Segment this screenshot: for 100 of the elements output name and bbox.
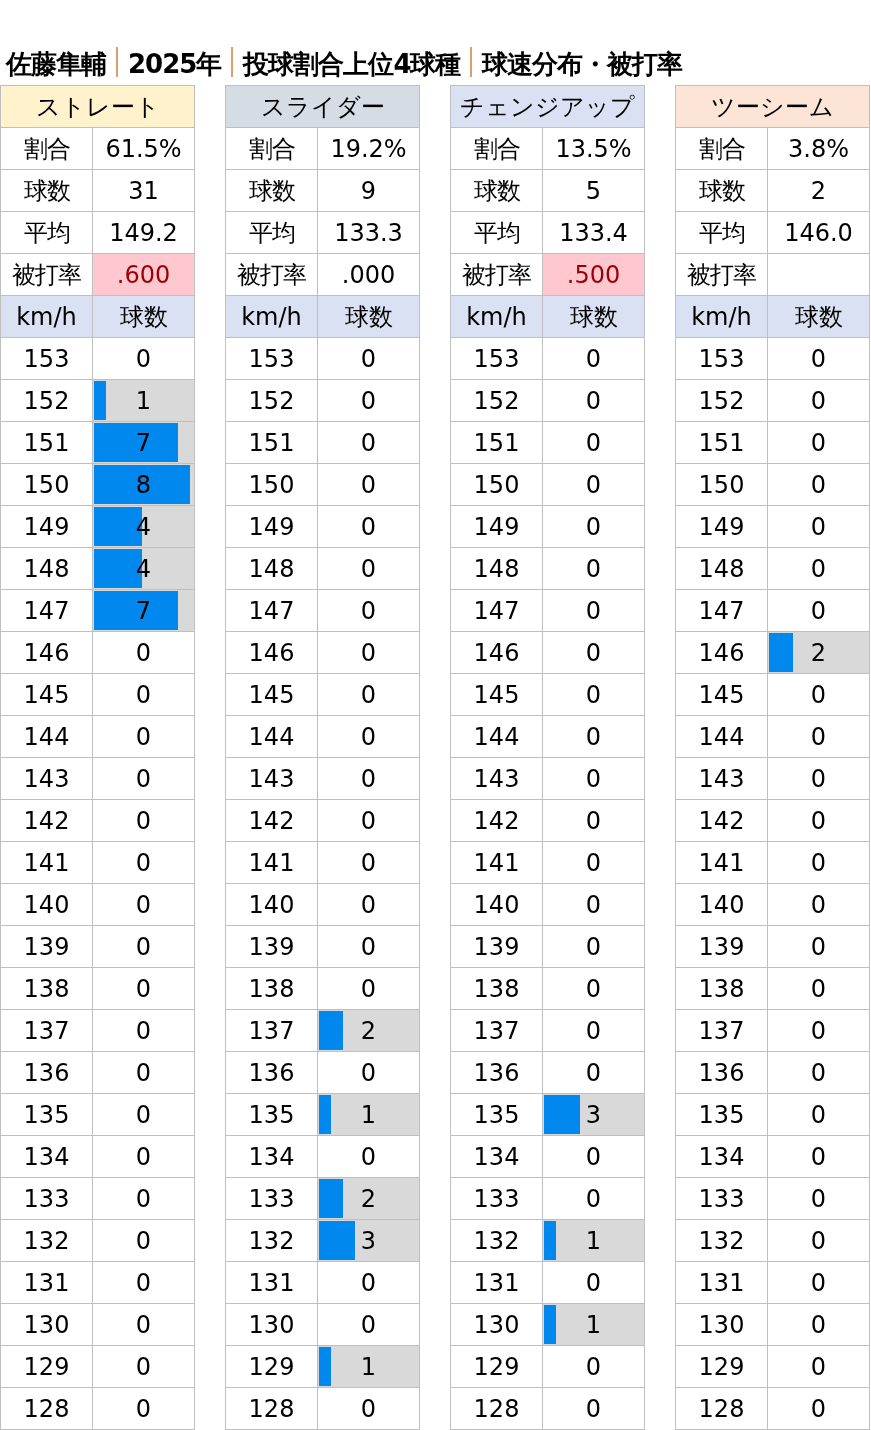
speed-cell: 139 bbox=[1, 926, 92, 967]
count-cell: 0 bbox=[318, 674, 419, 715]
speed-cell: 130 bbox=[676, 1304, 767, 1345]
speed-cell: 136 bbox=[676, 1052, 767, 1093]
speed-cell: 141 bbox=[226, 842, 317, 883]
speed-cell: 142 bbox=[451, 800, 542, 841]
count-cell: 0 bbox=[543, 1010, 644, 1051]
count-cell: 0 bbox=[543, 590, 644, 631]
count-cell: 0 bbox=[768, 842, 869, 883]
count-cell: 0 bbox=[768, 1094, 869, 1135]
count-cell: 0 bbox=[318, 758, 419, 799]
column-header: km/h bbox=[451, 296, 542, 337]
count-cell: 0 bbox=[768, 1388, 869, 1429]
count-cell: 0 bbox=[318, 968, 419, 1009]
count-cell: 0 bbox=[543, 758, 644, 799]
speed-cell: 138 bbox=[226, 968, 317, 1009]
speed-cell: 129 bbox=[451, 1346, 542, 1387]
speed-cell: 147 bbox=[226, 590, 317, 631]
stat-label: 球数 bbox=[1, 170, 92, 211]
stat-label: 被打率 bbox=[226, 254, 317, 295]
speed-cell: 144 bbox=[676, 716, 767, 757]
stat-label: 割合 bbox=[676, 128, 767, 169]
count-cell: 0 bbox=[768, 590, 869, 631]
speed-cell: 128 bbox=[1, 1388, 92, 1429]
speed-cell: 148 bbox=[1, 548, 92, 589]
column-header: km/h bbox=[676, 296, 767, 337]
speed-cell: 135 bbox=[226, 1094, 317, 1135]
speed-cell: 140 bbox=[451, 884, 542, 925]
stat-label: 割合 bbox=[1, 128, 92, 169]
count-cell: 0 bbox=[768, 1346, 869, 1387]
speed-cell: 151 bbox=[226, 422, 317, 463]
title-text: 2025年 bbox=[128, 51, 222, 77]
speed-cell: 152 bbox=[451, 380, 542, 421]
speed-cell: 140 bbox=[1, 884, 92, 925]
stat-value: 9 bbox=[318, 170, 419, 211]
pitch-count: 3 bbox=[360, 1225, 377, 1257]
speed-cell: 132 bbox=[226, 1220, 317, 1261]
stat-value: 3.8% bbox=[768, 128, 869, 169]
speed-cell: 128 bbox=[226, 1388, 317, 1429]
speed-cell: 149 bbox=[451, 506, 542, 547]
speed-cell: 147 bbox=[451, 590, 542, 631]
speed-cell: 130 bbox=[1, 1304, 92, 1345]
speed-cell: 134 bbox=[226, 1136, 317, 1177]
count-cell: 0 bbox=[768, 1262, 869, 1303]
stat-value: .500 bbox=[543, 254, 644, 295]
count-cell: 0 bbox=[318, 464, 419, 505]
count-cell: 0 bbox=[543, 842, 644, 883]
column-header: km/h bbox=[1, 296, 92, 337]
count-cell: 0 bbox=[768, 380, 869, 421]
speed-cell: 146 bbox=[1, 632, 92, 673]
speed-cell: 150 bbox=[451, 464, 542, 505]
speed-cell: 143 bbox=[676, 758, 767, 799]
stat-value: 2 bbox=[768, 170, 869, 211]
count-cell: 0 bbox=[318, 422, 419, 463]
speed-cell: 148 bbox=[451, 548, 542, 589]
stat-value: 146.0 bbox=[768, 212, 869, 253]
speed-cell: 136 bbox=[226, 1052, 317, 1093]
count-cell: 0 bbox=[93, 1094, 194, 1135]
stat-value: 61.5% bbox=[93, 128, 194, 169]
stat-label: 平均 bbox=[226, 212, 317, 253]
count-cell: 0 bbox=[768, 1220, 869, 1261]
count-cell: 0 bbox=[543, 1388, 644, 1429]
pitch-count: 2 bbox=[810, 637, 827, 669]
speed-cell: 133 bbox=[226, 1178, 317, 1219]
speed-cell: 136 bbox=[451, 1052, 542, 1093]
count-cell: 0 bbox=[543, 926, 644, 967]
column-header: 球数 bbox=[768, 296, 869, 337]
pitch-count: 1 bbox=[360, 1351, 377, 1383]
speed-cell: 128 bbox=[451, 1388, 542, 1429]
count-cell: 0 bbox=[543, 968, 644, 1009]
speed-cell: 138 bbox=[451, 968, 542, 1009]
count-cell: 0 bbox=[318, 884, 419, 925]
count-cell: 0 bbox=[93, 968, 194, 1009]
stat-label: 被打率 bbox=[1, 254, 92, 295]
count-cell: 0 bbox=[318, 842, 419, 883]
speed-cell: 144 bbox=[1, 716, 92, 757]
count-cell: 0 bbox=[543, 506, 644, 547]
count-cell: 0 bbox=[543, 380, 644, 421]
count-cell: 0 bbox=[543, 800, 644, 841]
count-cell: 0 bbox=[543, 548, 644, 589]
speed-cell: 139 bbox=[676, 926, 767, 967]
count-cell: 0 bbox=[768, 1178, 869, 1219]
speed-cell: 149 bbox=[226, 506, 317, 547]
stat-label: 球数 bbox=[451, 170, 542, 211]
pitch-name-header: ツーシーム bbox=[676, 86, 869, 127]
count-cell: 0 bbox=[543, 884, 644, 925]
column-header: 球数 bbox=[318, 296, 419, 337]
speed-cell: 153 bbox=[226, 338, 317, 379]
count-cell: 0 bbox=[93, 674, 194, 715]
stat-label: 被打率 bbox=[451, 254, 542, 295]
count-cell: 0 bbox=[318, 1262, 419, 1303]
count-cell: 0 bbox=[93, 632, 194, 673]
count-cell: 0 bbox=[318, 380, 419, 421]
speed-cell: 151 bbox=[1, 422, 92, 463]
count-cell: 0 bbox=[768, 548, 869, 589]
speed-cell: 130 bbox=[451, 1304, 542, 1345]
stat-label: 平均 bbox=[451, 212, 542, 253]
speed-cell: 150 bbox=[226, 464, 317, 505]
count-cell: 0 bbox=[318, 1136, 419, 1177]
speed-cell: 134 bbox=[676, 1136, 767, 1177]
